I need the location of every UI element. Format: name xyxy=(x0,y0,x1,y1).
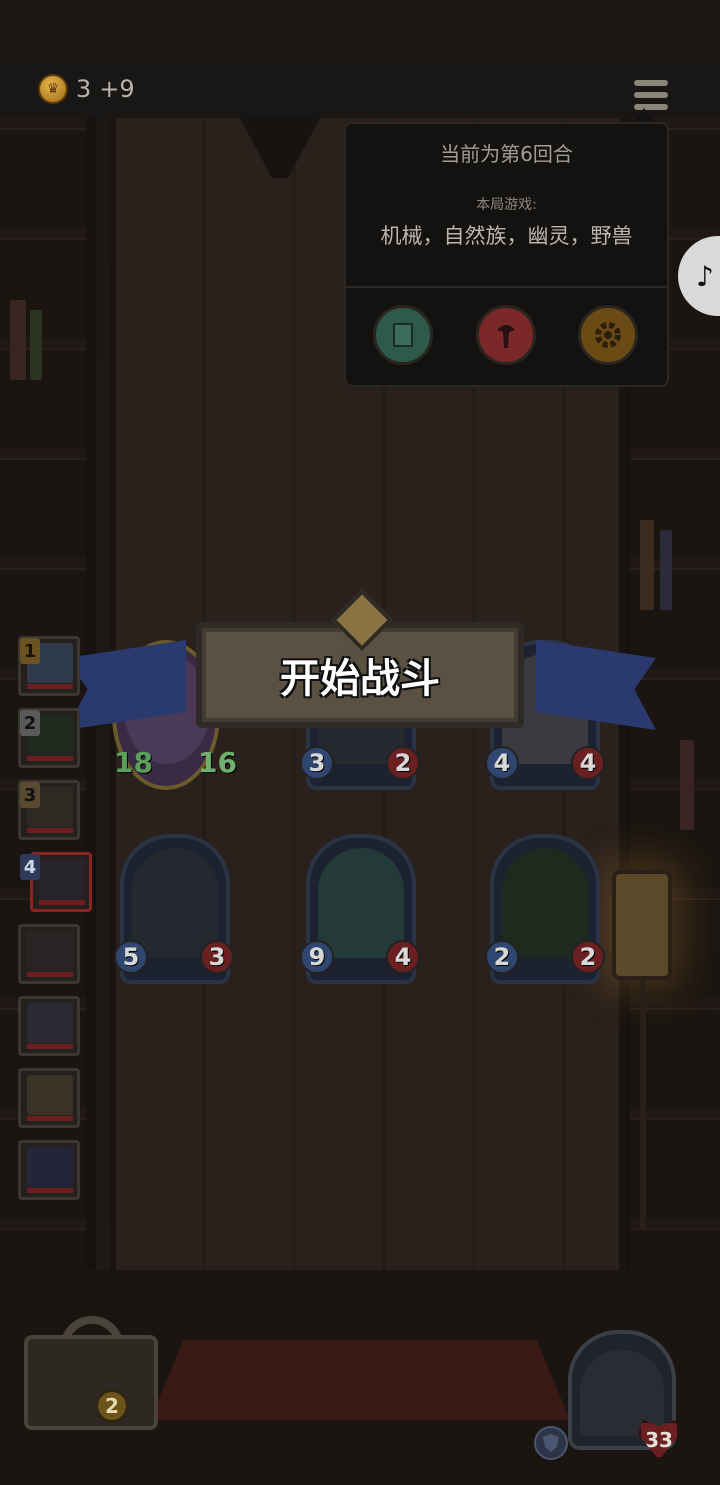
minion-attack: 2 xyxy=(485,940,519,974)
minion-health: 2 xyxy=(571,940,605,974)
hero-axe-button[interactable] xyxy=(476,305,536,365)
avatar xyxy=(27,1075,73,1115)
crown-coin-icon: ♛ xyxy=(38,74,68,104)
player-slot[interactable] xyxy=(18,1140,80,1200)
shield-icon xyxy=(534,1426,568,1460)
player-slot[interactable] xyxy=(18,1068,80,1128)
game-label: 本局游戏: xyxy=(476,197,537,213)
health-bar xyxy=(27,756,73,761)
avatar xyxy=(39,859,85,899)
gear-icon xyxy=(595,322,621,348)
minion-art xyxy=(132,848,218,958)
tribes-text: 机械，自然族，幽灵，野兽 xyxy=(380,224,633,248)
player-slot[interactable] xyxy=(18,996,80,1056)
minion-attack: 4 xyxy=(485,746,519,780)
minion-attack: 3 xyxy=(300,746,334,780)
minion-health: 4 xyxy=(571,746,605,780)
player-slot[interactable] xyxy=(18,924,80,984)
gold-income: +9 xyxy=(99,75,135,103)
hero-health: 16 xyxy=(198,746,237,779)
health-bar xyxy=(27,684,73,689)
hamburger-menu-icon[interactable] xyxy=(634,80,668,110)
health-bar xyxy=(39,900,85,905)
minion-attack: 5 xyxy=(114,940,148,974)
round-text: 当前为第6回合 xyxy=(440,142,573,166)
health-bar xyxy=(27,1116,73,1121)
settings-button[interactable] xyxy=(578,305,638,365)
health-bar xyxy=(27,1188,73,1193)
book-icon xyxy=(393,323,413,347)
avatar xyxy=(27,931,73,971)
book-decoration xyxy=(680,740,694,830)
minion-art xyxy=(318,848,404,958)
start-battle-button[interactable]: 开始战斗 xyxy=(196,646,524,704)
carpet xyxy=(150,1340,570,1420)
book-decoration xyxy=(10,300,26,380)
minion-health: 4 xyxy=(386,940,420,974)
codex-book-button[interactable] xyxy=(373,305,433,365)
minion-health: 3 xyxy=(200,940,234,974)
avatar xyxy=(27,1003,73,1043)
health-bar xyxy=(27,972,73,977)
rank-badge: 2 xyxy=(20,710,40,736)
popup-divider xyxy=(344,286,669,288)
health-bar xyxy=(27,828,73,833)
lock-cost: 2 xyxy=(95,1389,129,1423)
lantern xyxy=(612,870,672,980)
avatar xyxy=(27,1147,73,1187)
gold-counter: ♛ 3 +9 xyxy=(38,74,135,104)
rank-badge: 3 xyxy=(20,782,40,808)
minion-attack: 9 xyxy=(300,940,334,974)
minion-health: 2 xyxy=(386,746,420,780)
rank-badge: 4 xyxy=(20,854,40,880)
health-bar xyxy=(27,1044,73,1049)
minion-art xyxy=(502,848,588,958)
hero-attack: 18 xyxy=(114,746,153,779)
lantern-pole xyxy=(640,980,646,1230)
player-hero-portrait xyxy=(580,1350,664,1436)
book-decoration xyxy=(660,530,672,610)
axe-icon xyxy=(497,325,515,348)
gold-amount: 3 xyxy=(76,75,92,103)
book-decoration xyxy=(30,310,42,380)
book-decoration xyxy=(640,520,654,610)
game-scene: ♛ 3 +9 当前为第6回合 本局游戏: 机械，自然族，幽灵，野兽 ♪ 18 1… xyxy=(0,0,720,1485)
rank-badge: 1 xyxy=(20,638,40,664)
freeze-lock-button[interactable] xyxy=(24,1335,158,1430)
